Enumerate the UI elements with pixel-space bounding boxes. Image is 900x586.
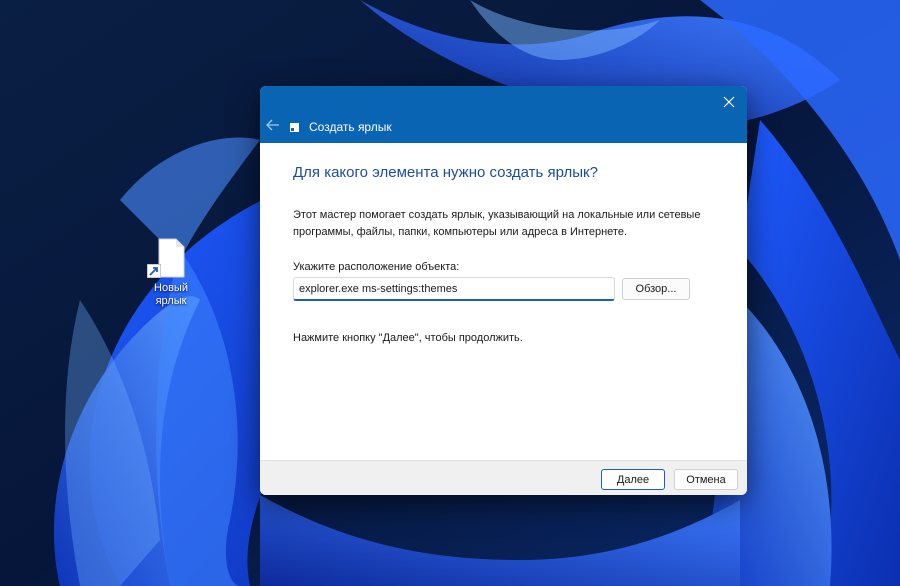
desktop-shortcut[interactable]: Новый ярлык [140,238,202,308]
dialog-content: Для какого элемента нужно создать ярлык?… [260,143,747,460]
cancel-button[interactable]: Отмена [674,469,738,490]
continue-hint: Нажмите кнопку "Далее", чтобы продолжить… [293,332,523,344]
wizard-description: Этот мастер помогает создать ярлык, указ… [293,209,701,238]
location-label: Укажите расположение объекта: [293,261,460,273]
next-button[interactable]: Далее [601,469,665,490]
create-shortcut-dialog: Создать ярлык Для какого элемента нужно … [260,86,747,495]
dialog-title: Создать ярлык [309,120,392,134]
page-title: Для какого элемента нужно создать ярлык? [293,164,598,181]
back-button[interactable] [264,116,282,134]
file-icon [147,238,187,278]
desktop: Новый ярлык Создать ярлык Для какого эле… [0,0,900,586]
browse-button[interactable]: Обзор... [622,278,690,300]
close-button[interactable] [717,90,741,114]
shortcut-arrow-icon [147,264,161,278]
back-arrow-icon [266,119,279,131]
desktop-shortcut-label: Новый ярлык [154,282,188,307]
dialog-titlebar: Создать ярлык [260,86,747,143]
location-input[interactable] [293,277,615,301]
shortcut-icon [290,123,299,132]
dialog-footer: Далее Отмена [260,460,747,495]
close-icon [723,96,735,108]
